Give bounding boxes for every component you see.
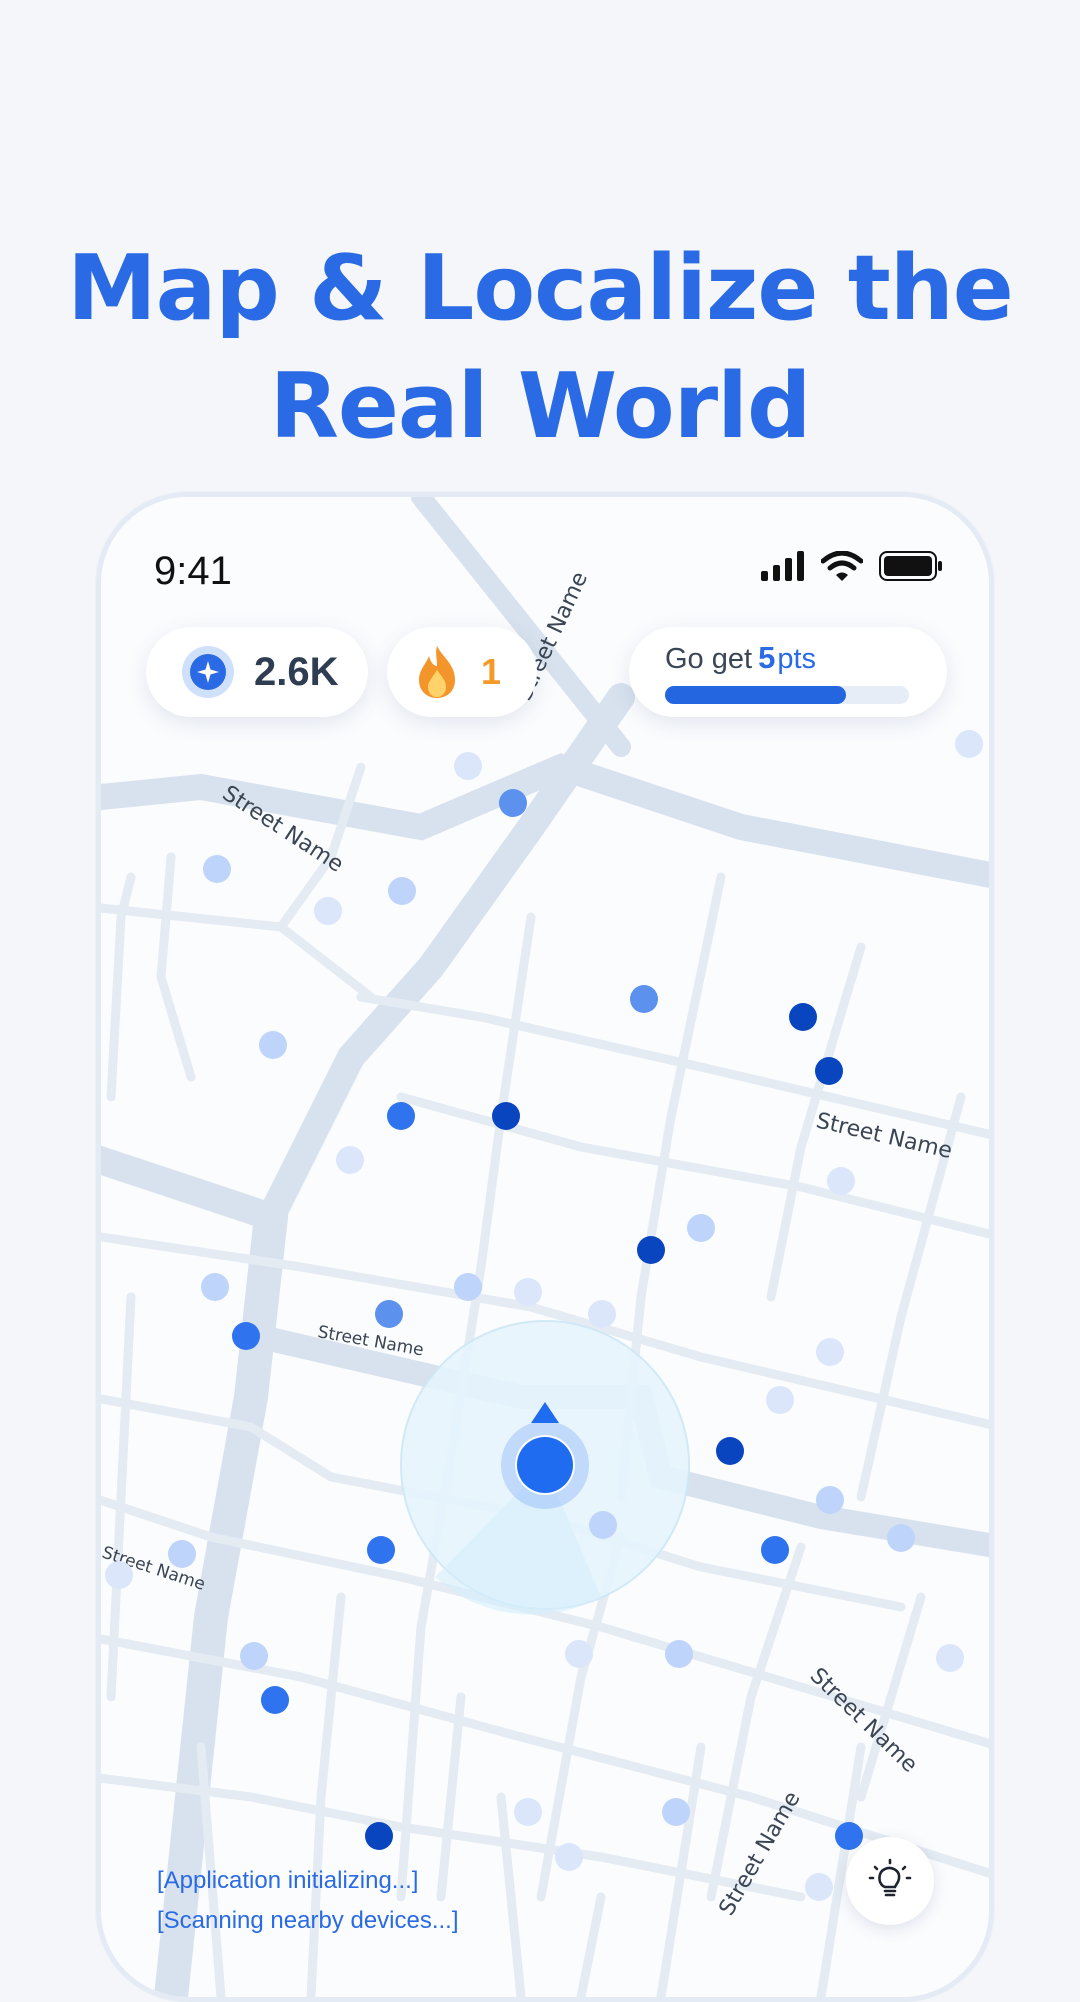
device-dot[interactable] <box>815 1057 843 1085</box>
device-dot[interactable] <box>388 877 416 905</box>
device-dot[interactable] <box>588 1300 616 1328</box>
device-dot[interactable] <box>555 1843 583 1871</box>
goal-number: 5 <box>758 640 776 675</box>
flame-icon <box>419 646 455 698</box>
headline-line-2: Real World <box>269 354 812 460</box>
goal-text: Go get 5pts <box>665 640 816 676</box>
status-time: 9:41 <box>154 549 232 593</box>
goal-pill[interactable]: Go get 5pts <box>629 627 947 717</box>
log-line: [Application initializing...] <box>157 1867 419 1894</box>
phone-frame: Street Name Street Name Street Name Stre… <box>96 492 994 2002</box>
device-dot[interactable] <box>816 1338 844 1366</box>
device-dot[interactable] <box>589 1511 617 1539</box>
device-dot[interactable] <box>168 1540 196 1568</box>
device-dot[interactable] <box>662 1798 690 1826</box>
status-icons <box>761 551 943 581</box>
device-dot[interactable] <box>232 1322 260 1350</box>
headline: Map & Localize the Real World <box>0 230 1080 466</box>
device-dot[interactable] <box>816 1486 844 1514</box>
device-dot[interactable] <box>827 1167 855 1195</box>
goal-progress-bar <box>665 686 909 704</box>
device-dot[interactable] <box>887 1524 915 1552</box>
device-dot[interactable] <box>240 1642 268 1670</box>
device-dot[interactable] <box>514 1798 542 1826</box>
wifi-icon <box>821 551 863 581</box>
device-dot[interactable] <box>665 1640 693 1668</box>
device-dot[interactable] <box>336 1146 364 1174</box>
streak-value: 1 <box>481 651 502 692</box>
device-dot[interactable] <box>259 1031 287 1059</box>
device-dot[interactable] <box>203 855 231 883</box>
device-dot[interactable] <box>375 1300 403 1328</box>
log-line: [Scanning nearby devices...] <box>157 1907 459 1934</box>
headline-line-1: Map & Localize the <box>67 236 1014 342</box>
device-dot[interactable] <box>637 1236 665 1264</box>
device-dot[interactable] <box>105 1561 133 1589</box>
device-dot[interactable] <box>789 1003 817 1031</box>
status-bar: 9:41 <box>101 497 989 597</box>
device-dot[interactable] <box>367 1536 395 1564</box>
signal-icon <box>761 551 804 581</box>
battery-icon <box>879 551 942 581</box>
points-pill[interactable]: 2.6K <box>146 627 368 717</box>
device-dot[interactable] <box>365 1822 393 1850</box>
device-dot[interactable] <box>761 1536 789 1564</box>
device-dot[interactable] <box>314 897 342 925</box>
device-dot[interactable] <box>514 1278 542 1306</box>
device-dot[interactable] <box>565 1640 593 1668</box>
map-view[interactable]: Street Name Street Name Street Name Stre… <box>101 497 989 1997</box>
device-dot[interactable] <box>261 1686 289 1714</box>
device-dot[interactable] <box>492 1102 520 1130</box>
streak-pill[interactable]: 1 <box>387 627 537 717</box>
device-dot[interactable] <box>201 1273 229 1301</box>
device-dot[interactable] <box>630 985 658 1013</box>
device-dot[interactable] <box>687 1214 715 1242</box>
device-dot[interactable] <box>835 1822 863 1850</box>
device-dot[interactable] <box>387 1102 415 1130</box>
goal-prefix: Go get <box>665 643 753 675</box>
lightbulb-icon <box>868 1858 912 1897</box>
hint-button[interactable] <box>846 1837 934 1925</box>
device-dot[interactable] <box>454 1273 482 1301</box>
goal-unit: pts <box>777 643 816 675</box>
status-log: [Application initializing...] [Scanning … <box>157 1861 459 1941</box>
device-dot[interactable] <box>454 752 482 780</box>
device-dot[interactable] <box>499 789 527 817</box>
star-badge-icon <box>182 646 234 698</box>
device-dot[interactable] <box>716 1437 744 1465</box>
device-dot[interactable] <box>766 1386 794 1414</box>
device-dot[interactable] <box>955 730 983 758</box>
goal-progress-fill <box>665 686 846 704</box>
device-dot[interactable] <box>936 1644 964 1672</box>
device-dot[interactable] <box>805 1873 833 1901</box>
points-value: 2.6K <box>254 649 339 694</box>
